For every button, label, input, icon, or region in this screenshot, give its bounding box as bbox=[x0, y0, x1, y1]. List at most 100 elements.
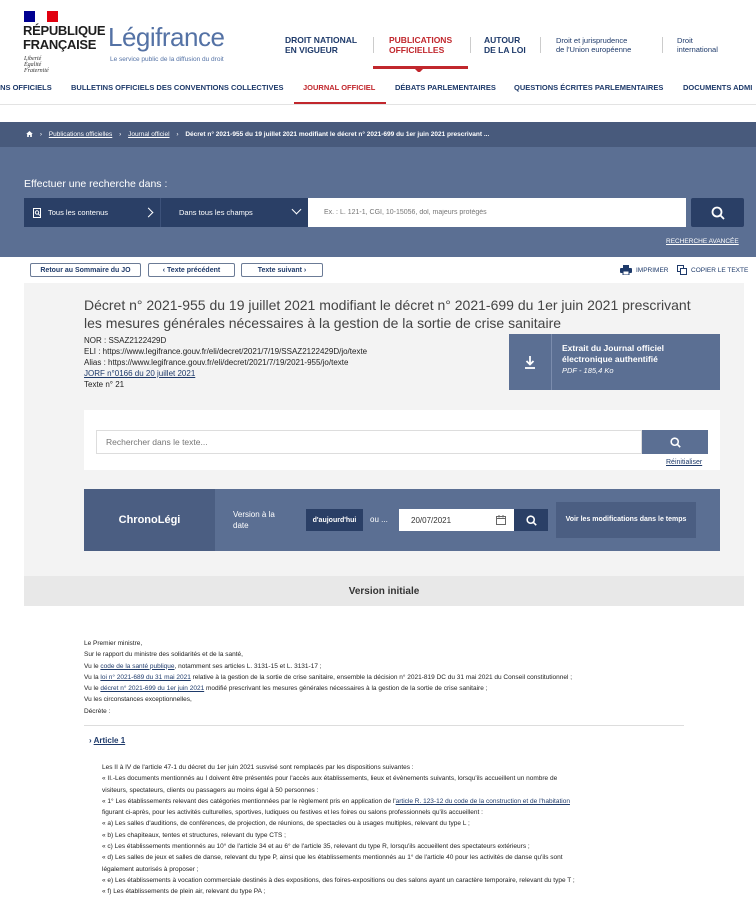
extract-file-size: PDF - 185,4 Ko bbox=[562, 366, 614, 375]
back-to-summary-button[interactable]: Retour au Sommaire du JO bbox=[30, 263, 141, 277]
subnav-border bbox=[0, 104, 756, 105]
legifrance-tagline: Le service public de la diffusion du dro… bbox=[110, 56, 224, 63]
version-date-input[interactable]: 20/07/2021 bbox=[399, 509, 514, 531]
view-modifications-button[interactable]: Voir les modifications dans le temps bbox=[556, 502, 696, 538]
search-fields-select[interactable]: Dans tous les champs bbox=[160, 198, 308, 227]
calendar-icon[interactable] bbox=[496, 515, 506, 525]
version-date-value: 20/07/2021 bbox=[411, 515, 452, 525]
section-divider bbox=[84, 725, 684, 726]
previous-text-button[interactable]: ‹ Texte précédent bbox=[148, 263, 235, 277]
chrono-or-label: ou ... bbox=[370, 515, 388, 524]
breadcrumb-separator: › bbox=[39, 131, 42, 138]
article-line: « b) Les chapiteaux, tentes et structure… bbox=[102, 831, 286, 839]
chronolegi-version-label: Version à la date bbox=[233, 509, 275, 531]
search-scope-select[interactable]: Tous les contenus bbox=[24, 198, 160, 227]
nav-line: de l'Union européenne bbox=[556, 45, 632, 54]
article-line: « f) Les établissements de plein air, re… bbox=[102, 888, 266, 896]
legifrance-logo[interactable]: Légifrance bbox=[108, 22, 225, 53]
next-text-button[interactable]: Texte suivant › bbox=[241, 263, 323, 277]
document-eli: ELI : https://www.legifrance.gouv.fr/eli… bbox=[84, 347, 368, 356]
nav-line: AUTOUR bbox=[484, 35, 521, 45]
search-input[interactable] bbox=[308, 198, 686, 227]
article-1-toggle[interactable]: › Article 1 bbox=[89, 736, 125, 745]
subnav-debats-parlementaires[interactable]: DÉBATS PARLEMENTAIRES bbox=[395, 83, 496, 92]
article-line: « 1° Les établissements relevant des cat… bbox=[102, 796, 682, 807]
search-icon bbox=[669, 436, 681, 448]
print-button[interactable]: IMPRIMER bbox=[620, 265, 669, 275]
chevron-right-icon bbox=[143, 207, 154, 218]
nav-line: Droit bbox=[677, 36, 693, 45]
breadcrumb-separator: › bbox=[119, 131, 122, 138]
authenticated-pdf-download[interactable]: Extrait du Journal officiel électronique… bbox=[509, 334, 720, 390]
preamble-text: Vu la bbox=[84, 673, 101, 681]
nav-line: EN VIGUEUR bbox=[285, 45, 338, 55]
subnav-conventions-collectives[interactable]: BULLETINS OFFICIELS DES CONVENTIONS COLL… bbox=[71, 83, 284, 92]
subnav-questions-ecrites[interactable]: QUESTIONS ÉCRITES PARLEMENTAIRES bbox=[514, 83, 663, 92]
document-nor: NOR : SSAZ2122429D bbox=[84, 336, 167, 345]
copy-label: COPIER LE TEXTE bbox=[691, 266, 749, 274]
article-line: « c) Les établissements mentionnés au 10… bbox=[102, 843, 530, 851]
nav-droit-ue[interactable]: Droit et jurisprudence de l'Union europé… bbox=[556, 36, 631, 54]
preamble-line: Vu les circonstances exceptionnelles, bbox=[84, 696, 192, 704]
nav-line: Droit et jurisprudence bbox=[556, 36, 628, 45]
breadcrumb-publications-officielles[interactable]: Publications officielles bbox=[49, 131, 112, 138]
preamble-text: relative à la gestion de la sortie de cr… bbox=[190, 673, 573, 681]
reset-search-link[interactable]: Réinitialiser bbox=[666, 459, 702, 466]
sub-navigation: INS OFFICIELS BULLETINS OFFICIELS DES CO… bbox=[0, 72, 756, 104]
nav-divider bbox=[373, 37, 374, 53]
printer-icon bbox=[620, 265, 632, 275]
breadcrumb: › Publications officielles › Journal off… bbox=[26, 131, 489, 138]
preamble-line: Vu le code de la santé publique, notamme… bbox=[84, 661, 694, 672]
article-line: « a) Les salles d'auditions, de conféren… bbox=[102, 820, 470, 828]
nav-autour-de-la-loi[interactable]: AUTOUR DE LA LOI bbox=[484, 35, 526, 55]
search-icon bbox=[711, 206, 725, 220]
text-search-button[interactable] bbox=[642, 430, 708, 454]
code-sante-publique-link[interactable]: code de la santé publique bbox=[100, 663, 174, 670]
article-line: légalement autorisés à proposer ; bbox=[102, 865, 199, 873]
chrono-search-button[interactable] bbox=[514, 509, 548, 531]
text-search-input[interactable] bbox=[96, 430, 642, 454]
decret-2021-699-link[interactable]: décret n° 2021-699 du 1er juin 2021 bbox=[100, 685, 204, 692]
subnav-documents-administratifs[interactable]: DOCUMENTS ADMI bbox=[683, 83, 752, 92]
subnav-journal-officiel[interactable]: JOURNAL OFFICIEL bbox=[303, 83, 375, 92]
download-icon bbox=[509, 334, 552, 390]
breadcrumb-journal-officiel[interactable]: Journal officiel bbox=[128, 131, 169, 138]
site-header: RÉPUBLIQUE FRANÇAISE Liberté Égalité Fra… bbox=[0, 0, 756, 74]
french-flag-logo bbox=[24, 11, 58, 22]
nav-divider bbox=[540, 37, 541, 53]
extract-title-line2: électronique authentifié bbox=[562, 354, 658, 364]
breadcrumb-separator: › bbox=[176, 131, 179, 138]
print-label: IMPRIMER bbox=[636, 266, 669, 274]
preamble-text: , notamment ses articles L. 3131-15 et L… bbox=[174, 662, 322, 670]
article-line: « II.-Les documents mentionnés au I doiv… bbox=[102, 775, 558, 783]
chrono-label-line: date bbox=[233, 521, 249, 530]
nav-line: DROIT NATIONAL bbox=[285, 35, 358, 45]
copy-text-button[interactable]: COPIER LE TEXTE bbox=[677, 265, 748, 275]
nav-publications-officielles[interactable]: PUBLICATIONS OFFICIELLES bbox=[389, 35, 452, 55]
republic-line2: FRANÇAISE bbox=[23, 37, 97, 52]
preamble-line: Le Premier ministre, bbox=[84, 640, 143, 647]
version-heading: Version initiale bbox=[24, 576, 744, 606]
article-line: figurant ci-après, pour les activités cu… bbox=[102, 809, 483, 817]
article-line: visiteurs, spectateurs, clients ou passa… bbox=[102, 786, 319, 794]
search-button[interactable] bbox=[691, 198, 744, 227]
article-line: « e) Les établissements à vocation comme… bbox=[102, 876, 575, 884]
article-line: Les II à IV de l'article 47-1 du décret … bbox=[102, 764, 414, 771]
nav-line: international bbox=[677, 45, 718, 54]
loi-2021-689-link[interactable]: loi n° 2021-689 du 31 mai 2021 bbox=[100, 674, 190, 681]
chrono-label-line: Version à la bbox=[233, 510, 275, 519]
today-version-button[interactable]: d'aujourd'hui bbox=[306, 509, 363, 531]
republique-francaise-logo[interactable]: RÉPUBLIQUE FRANÇAISE bbox=[23, 24, 106, 52]
nav-droit-international[interactable]: Droit international bbox=[677, 36, 718, 54]
home-icon[interactable] bbox=[26, 131, 33, 137]
preamble-line: Vu la loi n° 2021-689 du 31 mai 2021 rel… bbox=[84, 672, 694, 683]
document-search-icon bbox=[33, 207, 41, 218]
article-r123-12-link[interactable]: article R. 123-12 du code de la construc… bbox=[396, 798, 570, 805]
advanced-search-link[interactable]: RECHERCHE AVANCÉE bbox=[666, 238, 739, 245]
jorf-link[interactable]: JORF n°0166 du 20 juillet 2021 bbox=[84, 369, 195, 378]
nav-droit-national[interactable]: DROIT NATIONAL EN VIGUEUR bbox=[285, 35, 357, 55]
subnav-bulletins-officiels[interactable]: INS OFFICIELS bbox=[0, 83, 52, 92]
document-alias: Alias : https://www.legifrance.gouv.fr/e… bbox=[84, 358, 349, 367]
copy-icon bbox=[677, 265, 687, 275]
article-1-title: Article 1 bbox=[93, 736, 126, 745]
